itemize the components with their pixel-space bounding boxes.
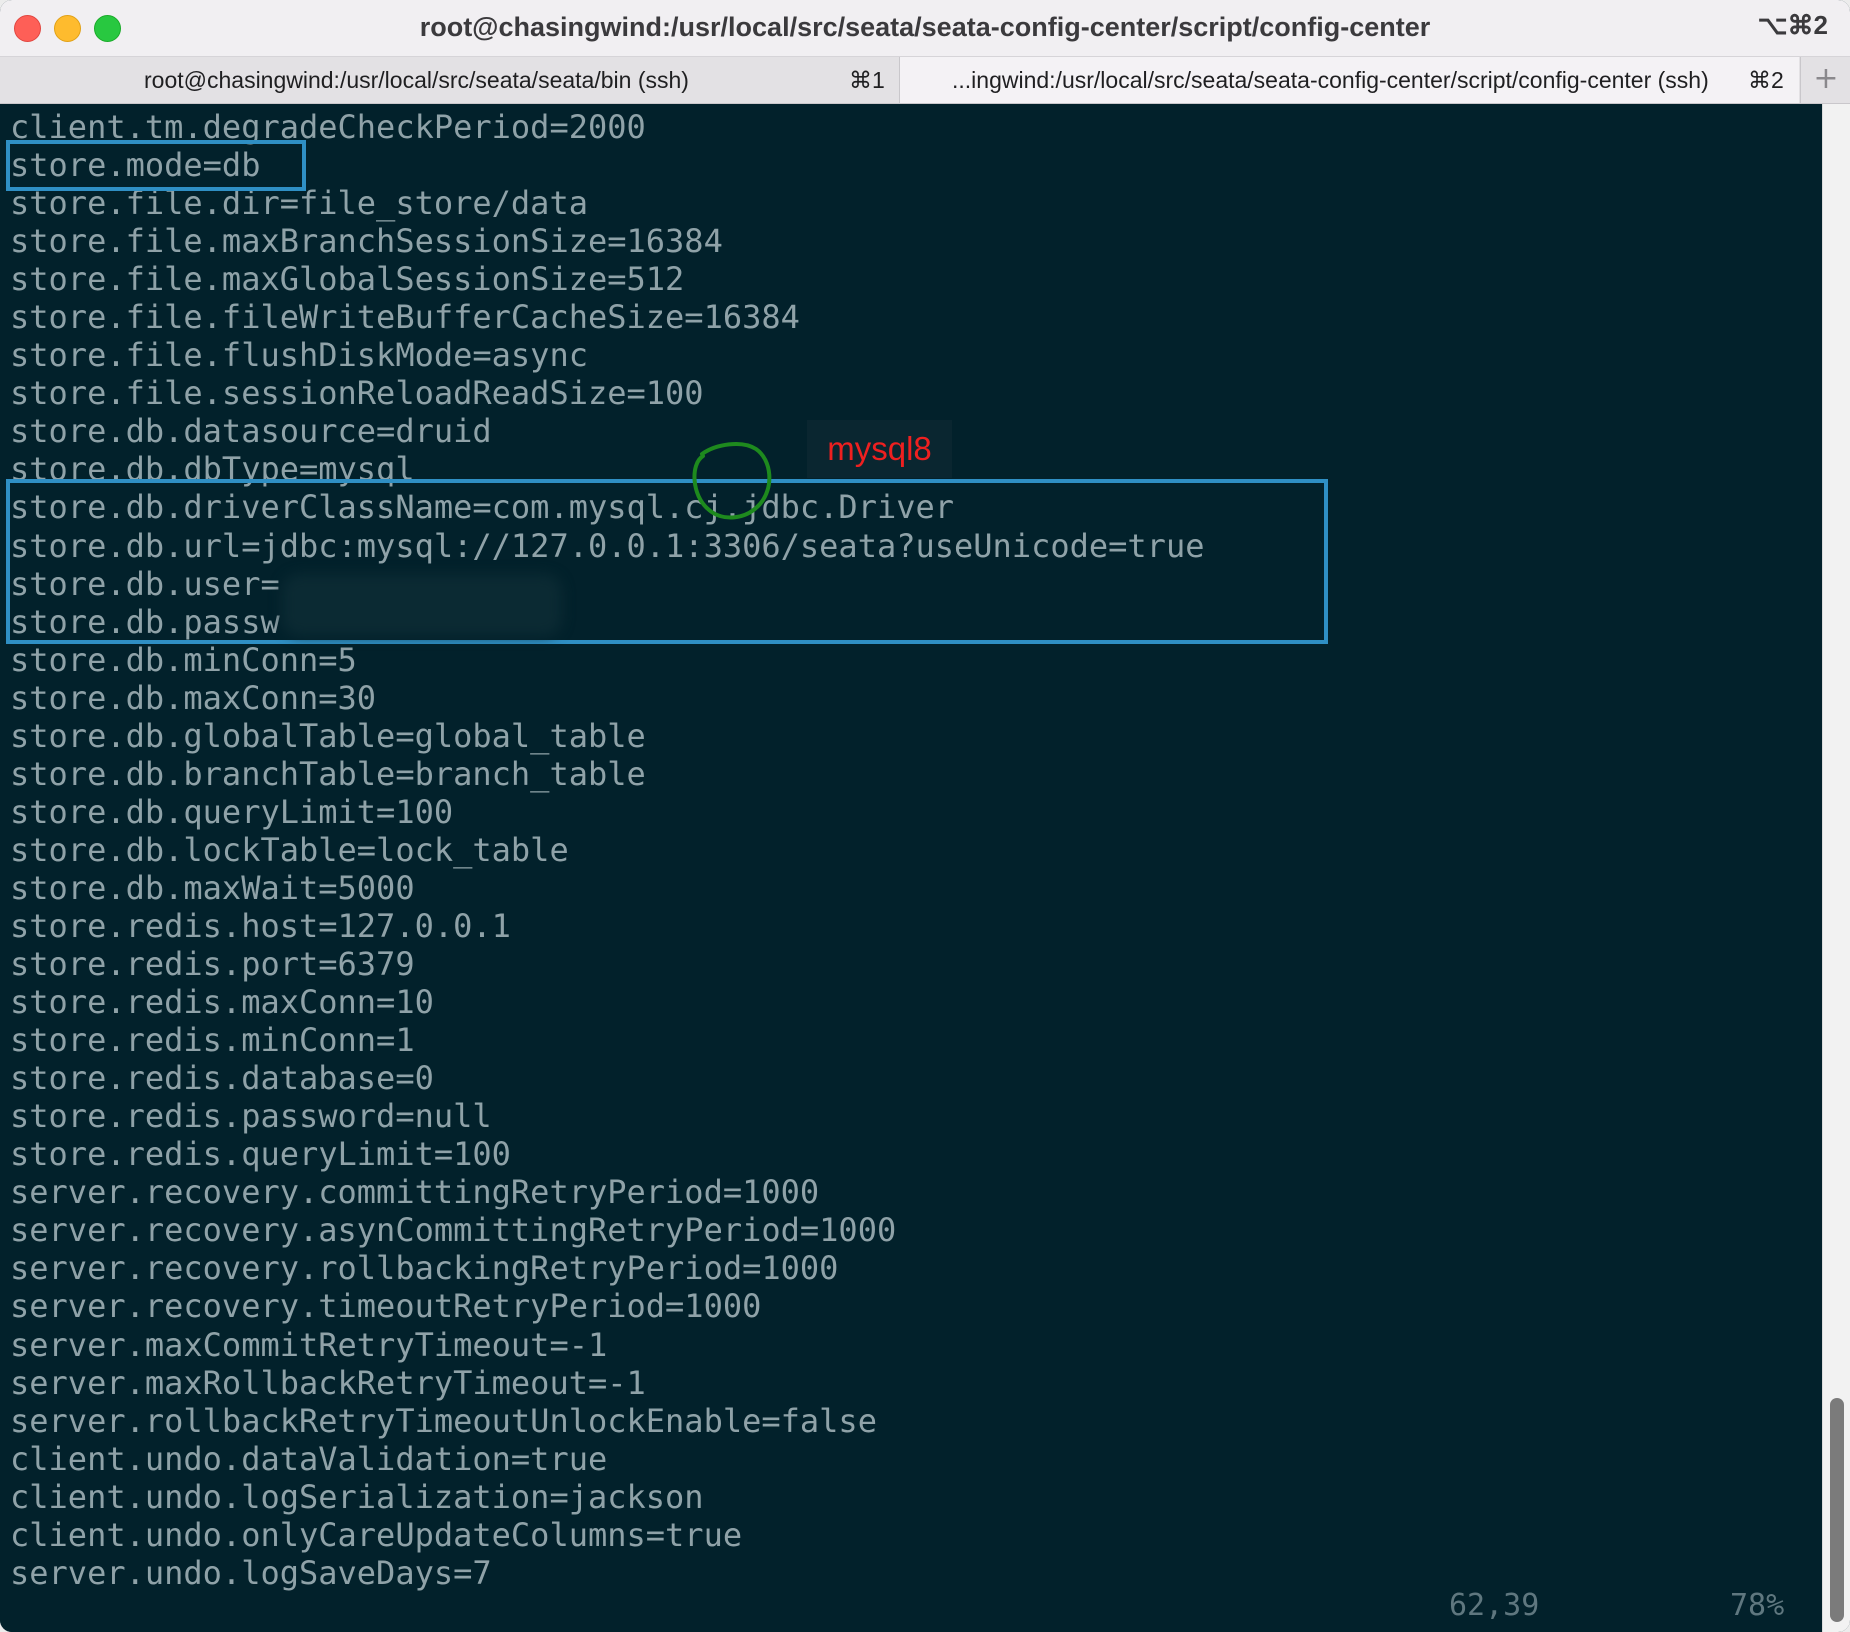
terminal-line: client.undo.dataValidation=true	[10, 1439, 608, 1478]
terminal-line: store.redis.maxConn=10	[10, 983, 434, 1022]
terminal-line: store.redis.host=127.0.0.1	[10, 906, 511, 945]
vertical-scrollbar[interactable]	[1822, 104, 1850, 1632]
new-tab-button[interactable]: +	[1800, 57, 1850, 103]
terminal-line: server.undo.logSaveDays=7	[10, 1553, 492, 1592]
terminal-line: store.db.globalTable=global_table	[10, 716, 646, 755]
close-window-button[interactable]	[14, 15, 41, 42]
scrollbar-thumb[interactable]	[1830, 1398, 1844, 1622]
maximize-window-button[interactable]	[94, 15, 121, 42]
terminal-line: server.recovery.rollbackingRetryPeriod=1…	[10, 1249, 839, 1288]
terminal-line: store.redis.password=null	[10, 1097, 492, 1136]
tab-shortcut: ⌘1	[849, 67, 885, 93]
terminal-line: store.redis.database=0	[10, 1059, 434, 1098]
terminal-line: server.recovery.asynCommittingRetryPerio…	[10, 1211, 897, 1250]
terminal-line: store.db.maxConn=30	[10, 678, 377, 717]
terminal-line: store.db.branchTable=branch_table	[10, 754, 646, 793]
terminal-line: server.recovery.committingRetryPeriod=10…	[10, 1173, 820, 1212]
terminal-line: store.redis.port=6379	[10, 945, 415, 984]
title-bar[interactable]: root@chasingwind:/usr/local/src/seata/se…	[0, 0, 1850, 57]
terminal-line: client.undo.onlyCareUpdateColumns=true	[10, 1515, 743, 1554]
cursor-position: 62,39	[1449, 1588, 1540, 1623]
terminal-line: server.maxRollbackRetryTimeout=-1	[10, 1363, 646, 1402]
tab-label: ...ingwind:/usr/local/src/seata/seata-co…	[952, 67, 1709, 93]
terminal-line: server.maxCommitRetryTimeout=-1	[10, 1325, 608, 1364]
terminal-line: store.db.maxWait=5000	[10, 868, 415, 907]
minimize-window-button[interactable]	[54, 15, 81, 42]
terminal-content[interactable]: client.tm.degradeCheckPeriod=2000 store.m…	[0, 104, 1822, 1632]
terminal-line: store.db.lockTable=lock_table	[10, 830, 569, 869]
terminal-line: store.redis.minConn=1	[10, 1021, 415, 1060]
tab-shortcut: ⌘2	[1748, 67, 1784, 93]
tab-bin-ssh[interactable]: root@chasingwind:/usr/local/src/seata/se…	[0, 57, 900, 103]
window-shortcut: ⌥⌘2	[1757, 10, 1828, 40]
terminal-line: store.db.queryLimit=100	[10, 792, 454, 831]
tab-label: root@chasingwind:/usr/local/src/seata/se…	[144, 67, 689, 93]
tab-bar: root@chasingwind:/usr/local/src/seata/se…	[0, 57, 1850, 104]
terminal-line: store.redis.queryLimit=100	[10, 1135, 511, 1174]
scroll-percent: 78%	[1730, 1588, 1785, 1623]
terminal-line: server.recovery.timeoutRetryPeriod=1000	[10, 1287, 762, 1326]
terminal-line: server.rollbackRetryTimeoutUnlockEnable=…	[10, 1401, 877, 1440]
terminal-line: client.undo.logSerialization=jackson	[10, 1477, 704, 1516]
window-title: root@chasingwind:/usr/local/src/seata/se…	[419, 12, 1431, 42]
terminal-window: root@chasingwind:/usr/local/src/seata/se…	[0, 0, 1850, 1632]
annotation-circle	[692, 441, 772, 520]
tab-config-center-ssh[interactable]: ...ingwind:/usr/local/src/seata/seata-co…	[900, 57, 1799, 103]
